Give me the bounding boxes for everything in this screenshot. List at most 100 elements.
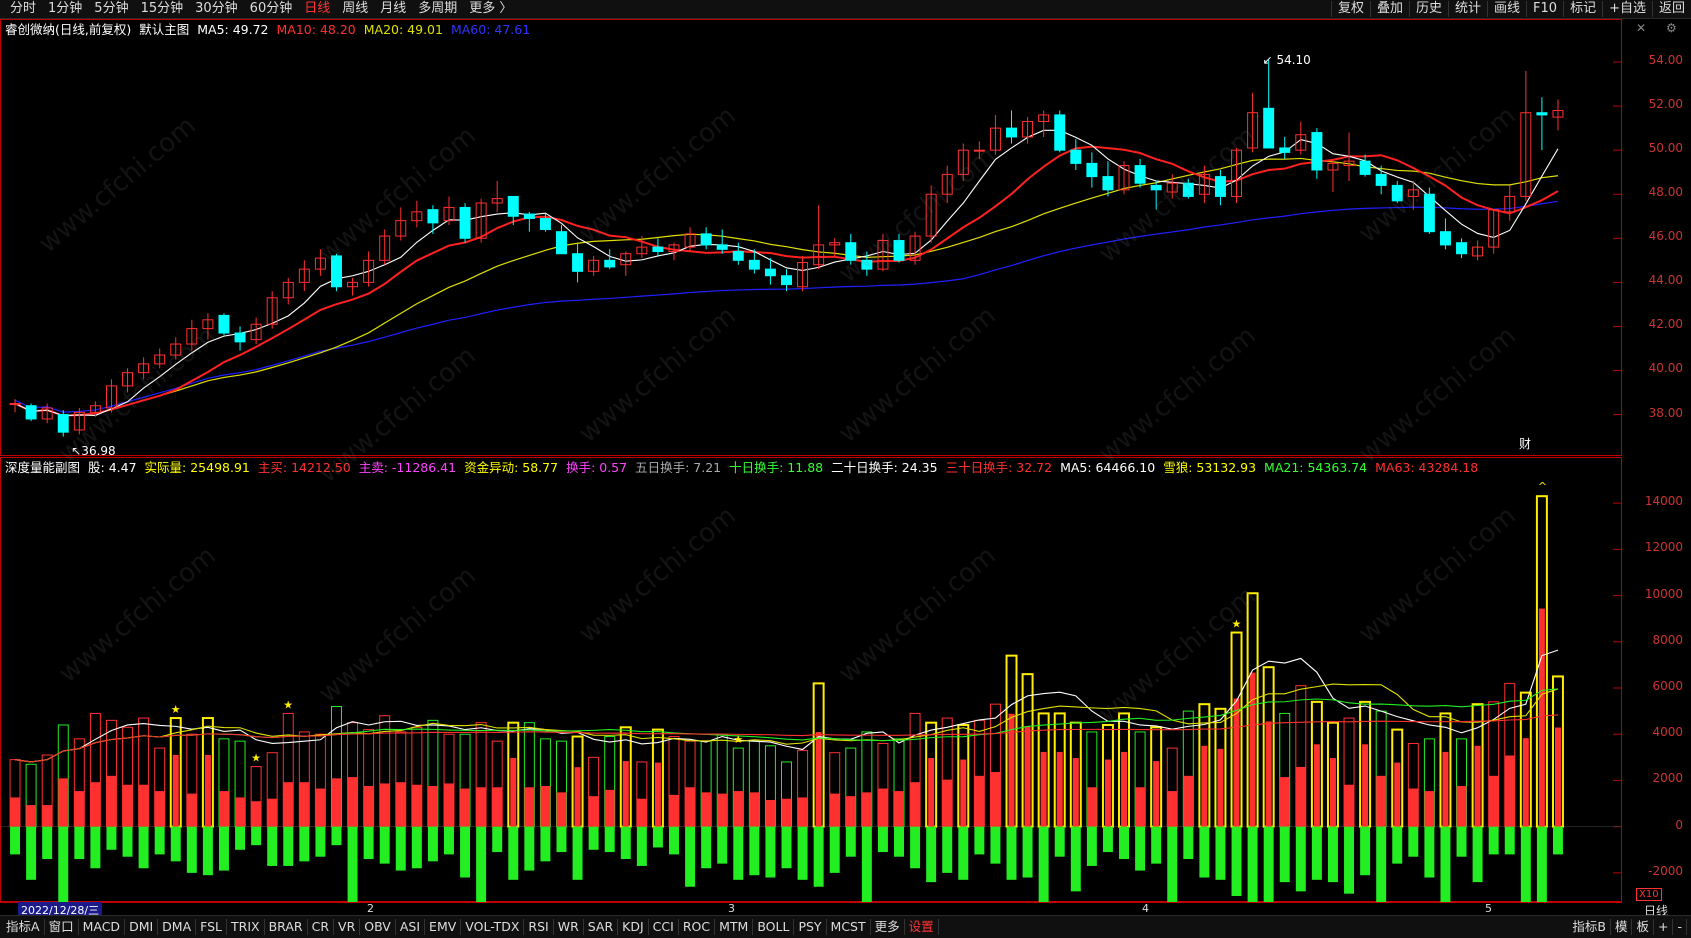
indicator-tab[interactable]: VR xyxy=(334,919,361,935)
indicator-tab[interactable]: PSY xyxy=(794,919,827,935)
sell-bar xyxy=(556,826,567,853)
indicator-right-tab[interactable]: - xyxy=(1673,919,1687,935)
indicator-tab[interactable]: 设置 xyxy=(905,919,939,935)
price-tick-label: 38.00 xyxy=(1648,405,1683,420)
sell-bar xyxy=(379,826,390,864)
indicator-right-tab[interactable]: 模 xyxy=(1611,919,1633,935)
indicator-tab[interactable]: 指标A xyxy=(2,919,45,935)
sell-bar xyxy=(910,826,921,869)
volume-tick-label: -2000 xyxy=(1648,863,1683,878)
indicator-right-tab[interactable]: 板 xyxy=(1632,919,1654,935)
buy-bar xyxy=(588,796,599,827)
candlestick-panel[interactable]: 睿创微纳(日线,前复权) 默认主图 MA5: 49.72 MA10: 48.20… xyxy=(0,19,1622,458)
buy-bar xyxy=(1362,744,1369,827)
buy-bar xyxy=(1424,791,1435,827)
volume-tick-label: 0 xyxy=(1675,817,1683,832)
indicator-tab[interactable]: 窗口 xyxy=(45,919,79,935)
indicator-tab[interactable]: SAR xyxy=(584,919,619,935)
indicator-tab[interactable]: 更多 xyxy=(871,919,905,935)
buy-bar xyxy=(26,805,37,827)
sell-bar xyxy=(1392,826,1403,864)
buy-bar xyxy=(733,791,744,827)
toolbar-button[interactable]: +自选 xyxy=(1602,1,1652,17)
buy-bar xyxy=(524,787,535,827)
sell-bar xyxy=(138,826,149,869)
buy-bar xyxy=(1249,672,1256,827)
period-tab[interactable]: 1分钟 xyxy=(42,1,88,17)
period-tab[interactable]: 日线 xyxy=(298,1,336,17)
price-chart[interactable]: ↙ 54.10 ↖36.98 财 xyxy=(1,20,1621,458)
volume-panel[interactable]: 深度量能副图 股: 4.47 实际量: 25498.91 主买: 14212.50 主… xyxy=(0,457,1622,933)
period-tab[interactable]: 周线 xyxy=(336,1,374,17)
indicator-tab[interactable]: CCI xyxy=(649,919,679,935)
indicator-tab[interactable]: KDJ xyxy=(618,919,649,935)
period-tab[interactable]: 分时 xyxy=(4,1,42,17)
candle-body xyxy=(1423,193,1435,233)
buy-bar xyxy=(1040,751,1047,827)
candle-body xyxy=(764,268,776,277)
sell-bar xyxy=(363,826,374,860)
sell-bar xyxy=(1376,826,1387,903)
period-tab[interactable]: 15分钟 xyxy=(135,1,190,17)
indicator-tab[interactable]: FSL xyxy=(196,919,228,935)
period-tab[interactable]: 5分钟 xyxy=(88,1,134,17)
toolbar-button[interactable]: 统计 xyxy=(1448,1,1487,17)
indicator-tab[interactable]: MTM xyxy=(715,919,754,935)
sell-bar xyxy=(861,826,872,906)
candle-body xyxy=(732,251,744,261)
buy-bar xyxy=(1329,758,1336,827)
period-tab[interactable]: 更多 〉 xyxy=(463,1,518,17)
buy-bar xyxy=(1408,788,1419,827)
indicator-right-tab[interactable]: 指标B xyxy=(1568,919,1611,935)
indicator-tab[interactable]: ROC xyxy=(679,919,716,935)
buy-bar xyxy=(636,798,647,827)
vol-ma63-line xyxy=(14,714,1558,763)
indicator-tab[interactable]: ASI xyxy=(396,919,426,935)
buy-bar xyxy=(1104,759,1111,827)
toolbar-button[interactable]: 历史 xyxy=(1408,1,1448,17)
indicator-tab[interactable]: EMV xyxy=(425,919,462,935)
indicator-tab[interactable]: TRIX xyxy=(227,919,265,935)
indicator-tab[interactable]: BOLL xyxy=(753,919,795,935)
buy-bar xyxy=(1488,775,1499,827)
period-tab[interactable]: 多周期 xyxy=(412,1,463,17)
indicator-tab[interactable]: DMA xyxy=(158,919,197,935)
sell-bar xyxy=(283,826,294,866)
indicator-tab[interactable]: MACD xyxy=(79,919,126,935)
sell-bar xyxy=(1344,826,1355,894)
indicator-tab[interactable]: CR xyxy=(308,919,335,935)
toolbar-button[interactable]: 标记 xyxy=(1563,1,1602,17)
settings-gear-icon[interactable]: ⚙ xyxy=(1666,21,1677,35)
buy-bar xyxy=(1344,784,1355,827)
close-x-icon[interactable]: ✕ xyxy=(1636,21,1646,35)
buy-bar xyxy=(1233,698,1240,827)
indicator-tab[interactable]: OBV xyxy=(360,919,396,935)
sell-bar xyxy=(974,826,985,855)
indicator-tab[interactable]: DMI xyxy=(125,919,159,935)
indicator-tab[interactable]: VOL-TDX xyxy=(461,919,525,935)
toolbar-button[interactable]: 复权 xyxy=(1330,1,1370,17)
toolbar-button[interactable]: F10 xyxy=(1526,1,1563,17)
indicator-tab[interactable]: WR xyxy=(554,919,584,935)
volume-chart[interactable]: ★ ★ ★ ★ ★ ^ xyxy=(1,458,1621,933)
candle-body xyxy=(1214,176,1226,197)
price-tick-label: 44.00 xyxy=(1648,273,1683,288)
indicator-tab[interactable]: BRAR xyxy=(265,919,308,935)
period-tab[interactable]: 30分钟 xyxy=(189,1,244,17)
period-tab[interactable]: 60分钟 xyxy=(244,1,299,17)
indicator-tab[interactable]: RSI xyxy=(524,919,554,935)
candle-body xyxy=(427,209,439,224)
indicator-tab[interactable]: MCST xyxy=(827,919,871,935)
buy-bar xyxy=(510,758,517,827)
buy-bar xyxy=(861,792,872,827)
sell-bar xyxy=(347,826,358,908)
toolbar-button[interactable]: 返回 xyxy=(1651,1,1691,17)
toolbar-button[interactable]: 叠加 xyxy=(1369,1,1409,17)
buy-bar xyxy=(476,787,487,827)
sell-bar xyxy=(10,826,21,855)
toolbar-button[interactable]: 画线 xyxy=(1487,1,1526,17)
sell-bar xyxy=(1135,826,1146,871)
indicator-right-tab[interactable]: + xyxy=(1654,919,1674,935)
price-tick-label: 50.00 xyxy=(1648,141,1683,156)
period-tab[interactable]: 月线 xyxy=(374,1,412,17)
